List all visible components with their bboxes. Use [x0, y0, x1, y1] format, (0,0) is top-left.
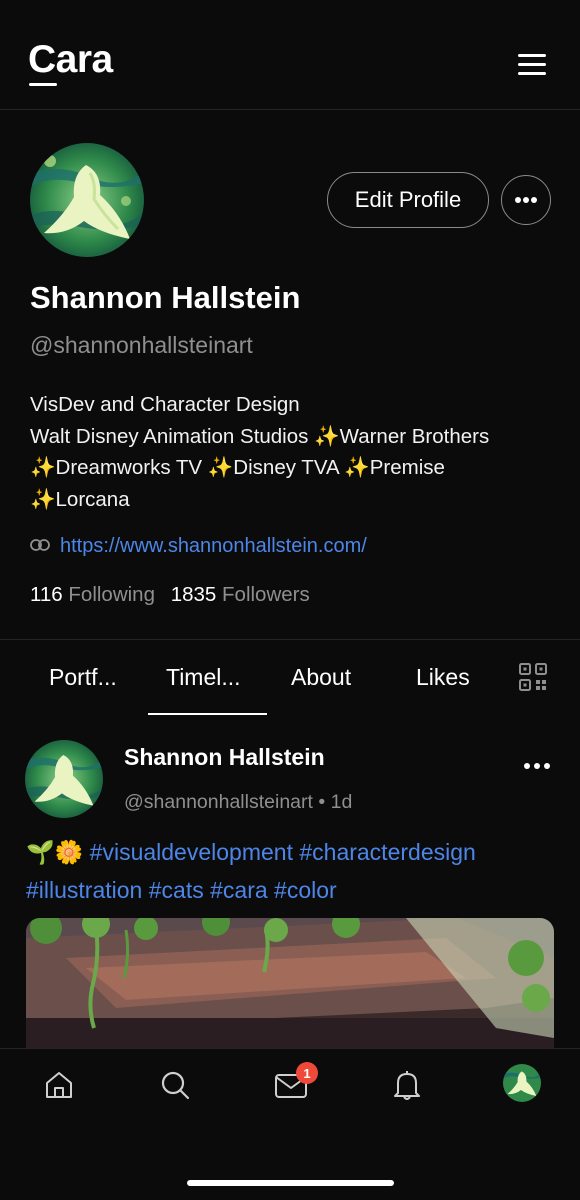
- bio-line: ✨Dreamworks TV ✨Disney TVA ✨Premise: [30, 456, 445, 479]
- post-author-handle[interactable]: @shannonhallsteinart: [124, 791, 313, 813]
- logo-underline: [29, 83, 57, 86]
- hashtag-link[interactable]: #cats: [149, 877, 204, 903]
- home-indicator: [187, 1180, 394, 1186]
- following-count[interactable]: 116: [30, 583, 63, 606]
- followers-count[interactable]: 1835: [171, 583, 217, 606]
- hashtag-link[interactable]: #color: [274, 877, 337, 903]
- bell-icon[interactable]: [387, 1065, 427, 1105]
- inbox-badge: 1: [296, 1062, 318, 1084]
- bottom-navigation: [0, 1048, 580, 1200]
- bio-line: VisDev and Character Design: [30, 393, 300, 416]
- active-tab-indicator: [148, 713, 267, 715]
- cara-logo[interactable]: Cara: [28, 38, 113, 82]
- edit-profile-button[interactable]: Edit Profile: [327, 172, 489, 228]
- tab-portfolio[interactable]: Portf...: [49, 664, 117, 691]
- bio-line: ✨Lorcana: [30, 487, 130, 511]
- qr-code-icon[interactable]: [518, 662, 548, 692]
- followers-label[interactable]: Followers: [222, 583, 310, 606]
- profile-tabs: Portf... Timel... About Likes: [0, 639, 580, 715]
- post-text: 🌱🌼 #visualdevelopment #characterdesign #…: [26, 833, 566, 909]
- profile-bio: VisDev and Character Design Walt Disney …: [30, 389, 560, 515]
- profile-name: Shannon Hallstein: [30, 280, 301, 315]
- bio-line: Walt Disney Animation Studios ✨Warner Br…: [30, 424, 490, 448]
- profile-handle: @shannonhallsteinart: [30, 332, 253, 358]
- post-author-avatar[interactable]: [25, 740, 103, 818]
- hashtag-link[interactable]: #illustration: [26, 877, 142, 903]
- search-icon[interactable]: [155, 1065, 195, 1105]
- link-icon: [30, 538, 50, 556]
- nav-profile-avatar[interactable]: [503, 1064, 541, 1102]
- more-options-icon[interactable]: [501, 175, 551, 225]
- post-author-name[interactable]: Shannon Hallstein: [124, 744, 325, 771]
- profile-avatar[interactable]: [30, 143, 144, 257]
- post-artwork-image[interactable]: [26, 918, 554, 1058]
- tab-about[interactable]: About: [291, 664, 351, 691]
- hashtag-link[interactable]: #visualdevelopment: [90, 839, 293, 865]
- post-meta: @shannonhallsteinart • 1d: [124, 791, 352, 814]
- meta-separator: •: [318, 791, 326, 813]
- hashtag-link[interactable]: #cara: [210, 877, 268, 903]
- post-more-icon[interactable]: [518, 758, 556, 774]
- hamburger-menu-icon[interactable]: [512, 48, 552, 80]
- tab-likes[interactable]: Likes: [416, 664, 470, 691]
- website-link[interactable]: https://www.shannonhallstein.com/: [60, 535, 367, 558]
- top-bar: Cara: [0, 0, 580, 110]
- follow-stats: 116 Following 1835 Followers: [30, 583, 320, 607]
- post-time: 1d: [330, 791, 353, 813]
- following-label[interactable]: Following: [68, 583, 155, 606]
- home-icon[interactable]: [39, 1065, 79, 1105]
- tab-timeline[interactable]: Timel...: [166, 664, 241, 691]
- hashtag-link[interactable]: #characterdesign: [299, 839, 475, 865]
- website-link-row[interactable]: https://www.shannonhallstein.com/: [30, 535, 367, 558]
- post-emoji: 🌱🌼: [26, 839, 84, 865]
